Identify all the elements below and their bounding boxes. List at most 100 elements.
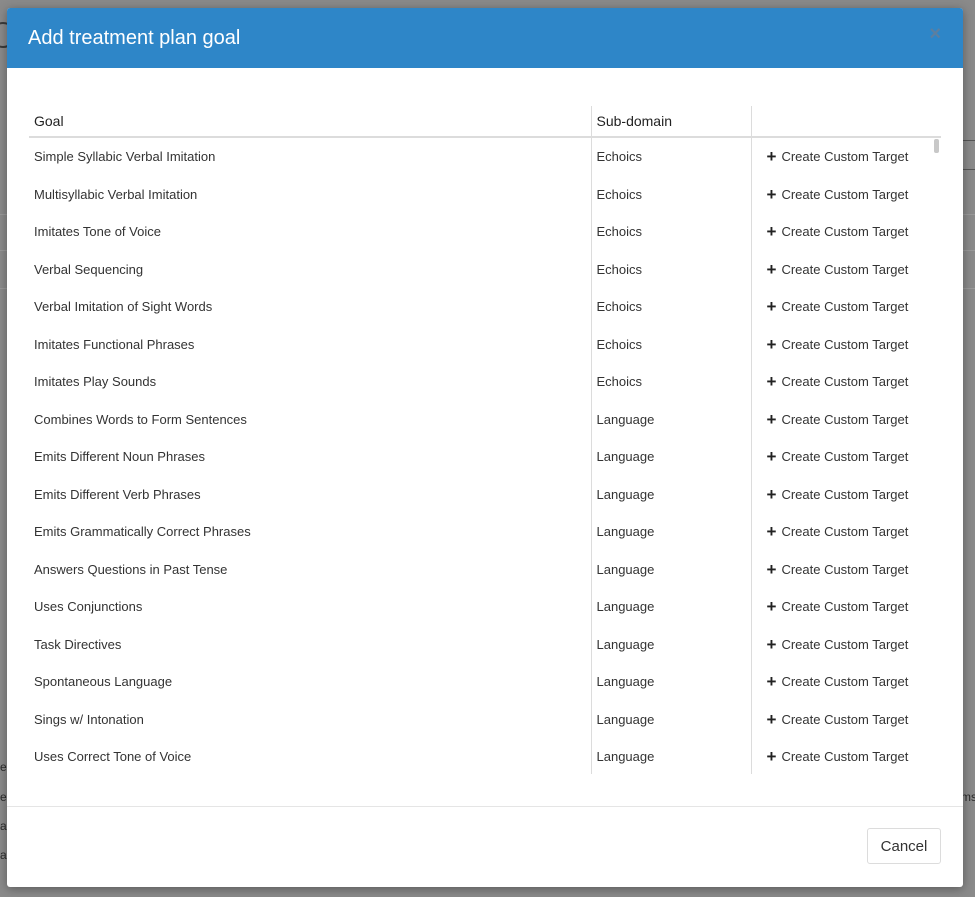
create-custom-target-button[interactable]: + Create Custom Target: [767, 711, 909, 728]
cancel-button[interactable]: Cancel: [867, 828, 941, 864]
create-custom-target-button[interactable]: + Create Custom Target: [767, 448, 909, 465]
table-row: Multisyllabic Verbal Imitation Echoics + Cr…: [29, 175, 941, 213]
goals-table: Goal Sub-domain Simple Syllabic Verbal I…: [29, 106, 941, 774]
action-cell: + Create Custom Target: [750, 700, 941, 738]
goal-cell: Emits Different Verb Phrases: [34, 486, 201, 502]
column-header-action: [750, 106, 941, 138]
modal-title: Add treatment plan goal: [28, 26, 241, 49]
plus-icon: +: [766, 222, 777, 242]
plus-icon: +: [766, 597, 777, 617]
create-custom-target-button[interactable]: + Create Custom Target: [767, 561, 909, 578]
create-custom-target-button[interactable]: + Create Custom Target: [767, 336, 909, 353]
plus-icon: +: [766, 184, 777, 204]
table-row: Simple Syllabic Verbal Imitation Echoics +…: [29, 137, 941, 176]
table-row: Imitates Functional Phrases Echoics + Creat…: [29, 325, 941, 363]
table-row: Answers Questions in Past Tense Language +…: [29, 550, 941, 588]
backdrop-box: [962, 140, 975, 170]
goals-table-container[interactable]: Goal Sub-domain Simple Syllabic Verbal I…: [29, 106, 941, 774]
goal-cell: Verbal Sequencing: [34, 261, 144, 277]
goal-cell: Sings w/ Intonation: [34, 711, 144, 727]
table-row: Emits Different Verb Phrases Language + Cre…: [29, 475, 941, 513]
subdomain-cell: Language: [590, 513, 751, 551]
column-header-subdomain: Sub-domain: [590, 106, 751, 138]
action-cell: + Create Custom Target: [750, 738, 941, 774]
subdomain-cell: Language: [590, 400, 751, 438]
goal-cell: Emits Grammatically Correct Phrases: [34, 524, 251, 540]
action-cell: + Create Custom Target: [750, 137, 941, 176]
create-custom-target-label: Create Custom Target: [781, 411, 909, 427]
plus-icon: +: [766, 522, 777, 542]
table-row: Imitates Tone of Voice Echoics + Create Cus…: [29, 213, 941, 251]
create-custom-target-label: Create Custom Target: [781, 186, 909, 202]
create-custom-target-button[interactable]: + Create Custom Target: [767, 298, 909, 315]
action-cell: + Create Custom Target: [750, 250, 941, 288]
create-custom-target-button[interactable]: + Create Custom Target: [767, 373, 909, 390]
action-cell: + Create Custom Target: [750, 625, 941, 663]
close-icon[interactable]: ×: [929, 24, 941, 44]
backdrop-text: ms: [961, 790, 975, 804]
create-custom-target-label: Create Custom Target: [781, 149, 909, 165]
create-custom-target-button[interactable]: + Create Custom Target: [767, 636, 909, 653]
plus-icon: +: [766, 672, 777, 692]
create-custom-target-label: Create Custom Target: [781, 336, 909, 352]
create-custom-target-label: Create Custom Target: [781, 561, 909, 577]
action-cell: + Create Custom Target: [750, 588, 941, 626]
table-row: Verbal Sequencing Echoics + Create Custom T…: [29, 250, 941, 288]
backdrop-text: e: [0, 760, 7, 774]
table-row: Verbal Imitation of Sight Words Echoics + C…: [29, 288, 941, 326]
table-row: Emits Grammatically Correct Phrases Langu…: [29, 513, 941, 551]
table-row: Imitates Play Sounds Echoics + Create Custo…: [29, 363, 941, 401]
plus-icon: +: [766, 334, 777, 354]
create-custom-target-button[interactable]: + Create Custom Target: [767, 673, 909, 690]
vertical-scrollbar[interactable]: [934, 139, 939, 153]
column-header-goal: Goal: [29, 106, 591, 138]
action-cell: + Create Custom Target: [750, 550, 941, 588]
create-custom-target-button[interactable]: + Create Custom Target: [767, 598, 909, 615]
create-custom-target-button[interactable]: + Create Custom Target: [767, 748, 909, 765]
create-custom-target-button[interactable]: + Create Custom Target: [767, 148, 909, 165]
create-custom-target-label: Create Custom Target: [781, 636, 909, 652]
subdomain-cell: Language: [590, 588, 751, 626]
create-custom-target-button[interactable]: + Create Custom Target: [767, 411, 909, 428]
create-custom-target-button[interactable]: + Create Custom Target: [767, 261, 909, 278]
create-custom-target-label: Create Custom Target: [781, 749, 909, 765]
subdomain-cell: Echoics: [590, 288, 751, 326]
create-custom-target-label: Create Custom Target: [781, 524, 909, 540]
create-custom-target-button[interactable]: + Create Custom Target: [767, 223, 909, 240]
table-row: Task Directives Language + Create Custom Ta…: [29, 625, 941, 663]
plus-icon: +: [766, 447, 777, 467]
create-custom-target-label: Create Custom Target: [781, 299, 909, 315]
create-custom-target-button[interactable]: + Create Custom Target: [767, 186, 909, 203]
subdomain-cell: Echoics: [590, 363, 751, 401]
goal-cell: Imitates Functional Phrases: [34, 336, 195, 352]
table-header-row: Goal Sub-domain: [29, 106, 941, 138]
backdrop-text: a: [0, 819, 7, 833]
goal-cell: Imitates Tone of Voice: [34, 224, 161, 240]
subdomain-cell: Echoics: [590, 250, 751, 288]
plus-icon: +: [766, 409, 777, 429]
subdomain-cell: Echoics: [590, 213, 751, 251]
create-custom-target-button[interactable]: + Create Custom Target: [767, 523, 909, 540]
subdomain-cell: Language: [590, 625, 751, 663]
subdomain-cell: Language: [590, 700, 751, 738]
create-custom-target-label: Create Custom Target: [781, 711, 909, 727]
action-cell: + Create Custom Target: [750, 213, 941, 251]
table-row: Uses Conjunctions Language + Create Custom …: [29, 588, 941, 626]
modal-body: Goal Sub-domain Simple Syllabic Verbal I…: [7, 68, 963, 774]
modal-footer: Cancel: [7, 806, 963, 887]
add-goal-modal: Add treatment plan goal × Goal Sub-domai…: [7, 8, 963, 887]
plus-icon: +: [766, 147, 777, 167]
goal-cell: Spontaneous Language: [34, 674, 173, 690]
goal-cell: Multisyllabic Verbal Imitation: [34, 186, 198, 202]
action-cell: + Create Custom Target: [750, 475, 941, 513]
modal-header: Add treatment plan goal ×: [7, 8, 963, 68]
goals-table-body: Simple Syllabic Verbal Imitation Echoics +…: [29, 137, 941, 774]
action-cell: + Create Custom Target: [750, 663, 941, 701]
create-custom-target-label: Create Custom Target: [781, 261, 909, 277]
plus-icon: +: [766, 709, 777, 729]
goal-cell: Task Directives: [34, 636, 122, 652]
subdomain-cell: Language: [590, 438, 751, 476]
subdomain-cell: Echoics: [590, 137, 751, 176]
create-custom-target-button[interactable]: + Create Custom Target: [767, 486, 909, 503]
plus-icon: +: [766, 634, 777, 654]
